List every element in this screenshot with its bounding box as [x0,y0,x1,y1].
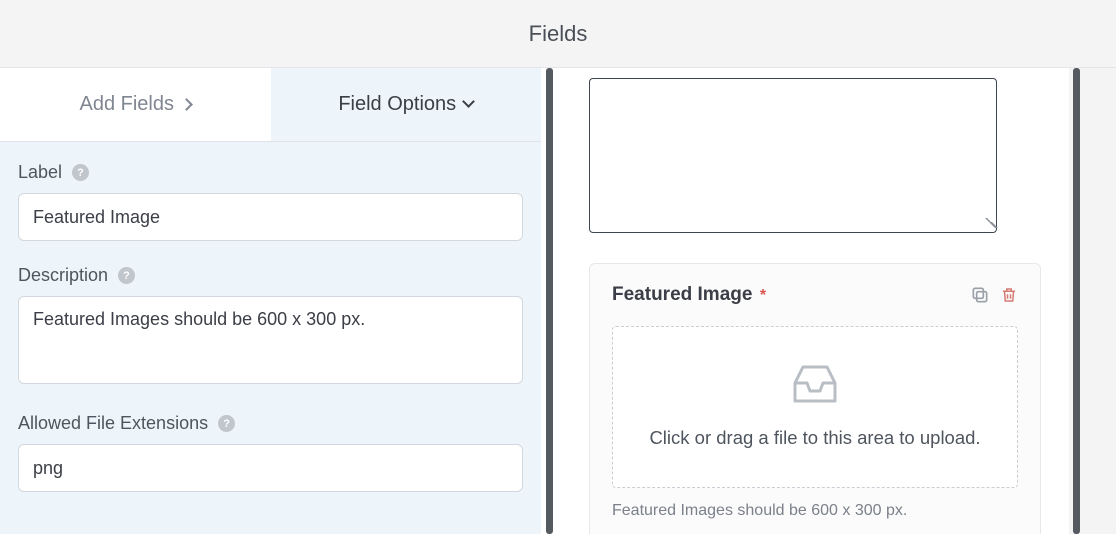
resize-grip-icon [982,218,992,228]
field-description: Featured Images should be 600 x 300 px. [612,502,1018,520]
page-header: Fields [0,0,1116,68]
editor-body: Add Fields Field Options Label ? Descrip… [0,68,1116,534]
help-icon[interactable]: ? [72,164,89,181]
right-wrap: Featured Image * [557,68,1080,534]
row-label: Label ? [18,162,523,241]
field-title: Featured Image [612,284,752,305]
row-description: Description ? [18,265,523,389]
delete-icon[interactable] [1000,285,1018,305]
divider-bar [546,68,553,534]
upload-dropzone[interactable]: Click or drag a file to this area to upl… [612,326,1018,488]
inbox-icon [789,361,841,405]
duplicate-icon[interactable] [970,285,990,305]
description-caption: Description [18,265,108,286]
required-marker: * [760,287,766,304]
card-action-icons [970,285,1018,305]
chevron-down-icon [462,95,475,108]
label-caption: Label [18,162,62,183]
row-extensions: Allowed File Extensions ? [18,413,523,492]
preview-textarea[interactable] [589,78,997,233]
help-icon[interactable]: ? [118,267,135,284]
card-header: Featured Image * [612,284,1018,306]
panel-tabs: Add Fields Field Options [0,68,541,142]
right-scrollbar[interactable] [1073,68,1080,534]
tab-add-fields[interactable]: Add Fields [0,68,271,141]
panel-divider [541,68,557,534]
page-title: Fields [529,21,588,47]
extensions-caption: Allowed File Extensions [18,413,208,434]
tab-add-fields-label: Add Fields [80,93,175,116]
form-preview: Featured Image * [557,68,1069,534]
description-input[interactable] [18,296,523,384]
label-caption-wrap: Label ? [18,162,523,183]
label-input[interactable] [18,193,523,241]
tab-field-options-label: Field Options [338,93,456,116]
chevron-right-icon [180,98,193,111]
field-options-form: Label ? Description ? Allowed File Exten… [0,142,541,492]
preview-field-card[interactable]: Featured Image * [589,263,1041,534]
extensions-caption-wrap: Allowed File Extensions ? [18,413,523,434]
field-title-wrap: Featured Image * [612,284,766,306]
extensions-input[interactable] [18,444,523,492]
description-caption-wrap: Description ? [18,265,523,286]
left-panel: Add Fields Field Options Label ? Descrip… [0,68,541,534]
tab-field-options[interactable]: Field Options [271,68,542,141]
dropzone-text: Click or drag a file to this area to upl… [649,427,980,449]
help-icon[interactable]: ? [218,415,235,432]
